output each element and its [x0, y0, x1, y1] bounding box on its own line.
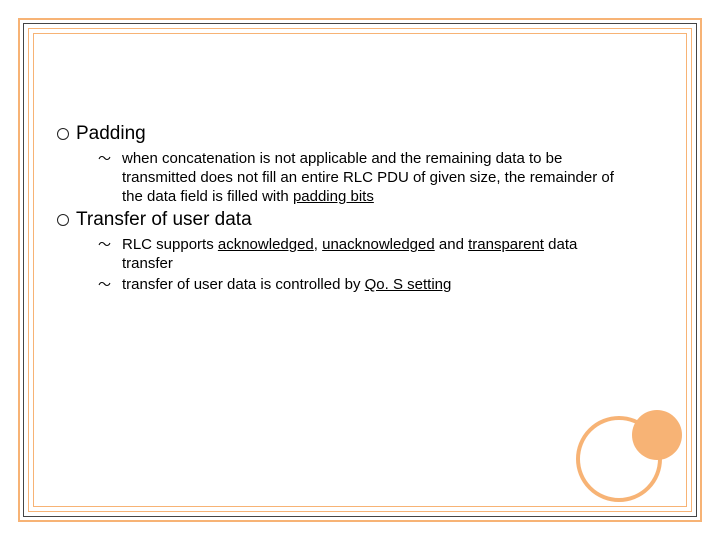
solid-circle-icon: [632, 410, 682, 460]
sub-transfer-2-text: transfer of user data is controlled by Q…: [122, 275, 451, 294]
heading-padding: Padding: [76, 122, 146, 146]
sub-padding-1: ～ when concatenation is not applicable a…: [98, 149, 660, 206]
slide-body: Padding ～ when concatenation is not appl…: [50, 120, 660, 294]
squiggle-icon: ～: [98, 275, 122, 294]
sub-transfer-1: ～ RLC supports acknowledged, unacknowled…: [98, 235, 660, 273]
squiggle-icon: ～: [98, 235, 122, 254]
squiggle-icon: ～: [98, 149, 122, 168]
hollow-circle-icon: [50, 208, 76, 233]
bullet-padding: Padding: [50, 122, 660, 147]
decorative-circles: [572, 392, 682, 502]
bullet-transfer: Transfer of user data: [50, 208, 660, 233]
sub-transfer-2: ～ transfer of user data is controlled by…: [98, 275, 660, 294]
heading-transfer: Transfer of user data: [76, 208, 252, 232]
sub-transfer-1-text: RLC supports acknowledged, unacknowledge…: [122, 235, 622, 273]
hollow-circle-icon: [50, 122, 76, 147]
sub-padding-1-text: when concatenation is not applicable and…: [122, 149, 622, 206]
